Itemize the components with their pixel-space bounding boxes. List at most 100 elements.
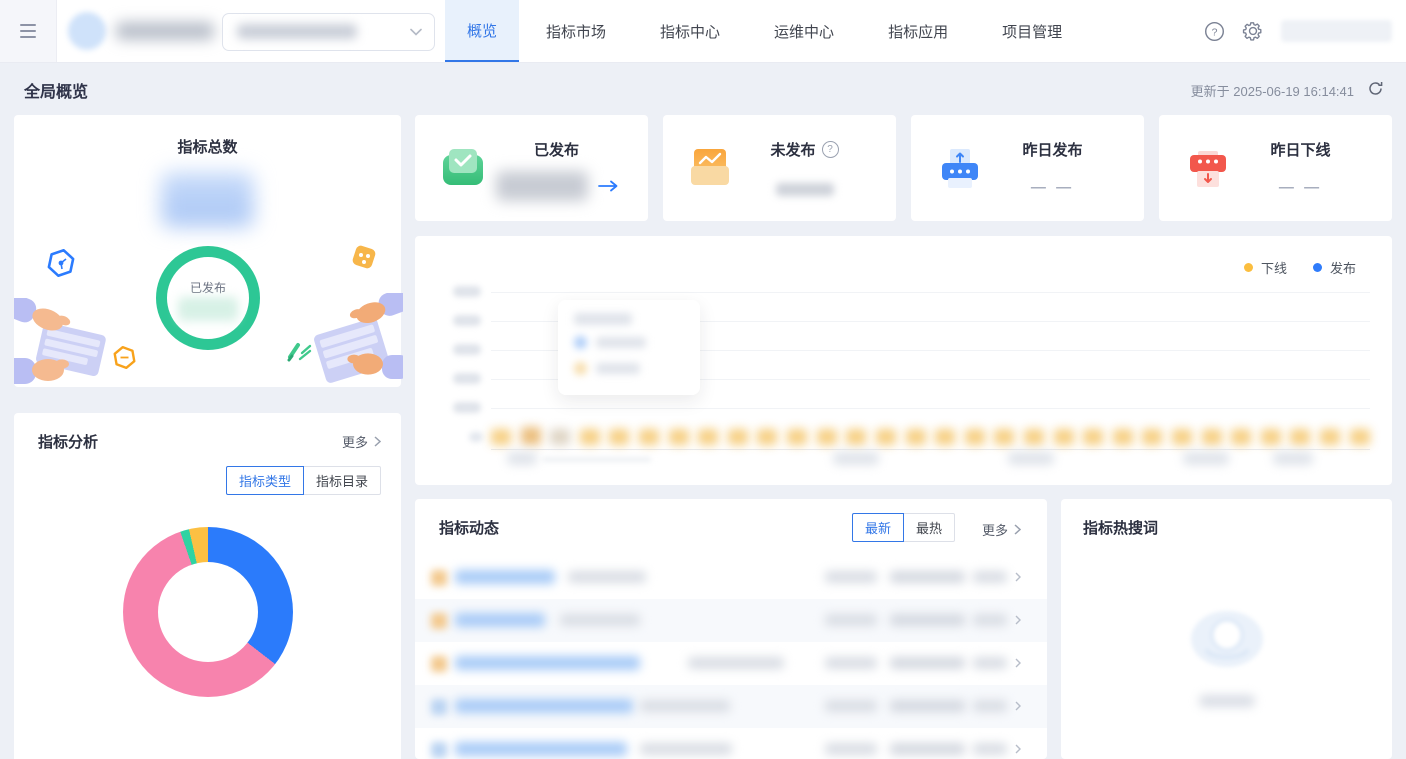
navbar-right: ? [1204, 0, 1392, 62]
stat-empty-value: — — [1030, 179, 1075, 196]
legend-item-published: 发布 [1312, 258, 1356, 277]
stat-value-redacted [775, 183, 834, 196]
filter-latest[interactable]: 最新 [852, 513, 905, 542]
y-tick-redacted [469, 432, 483, 442]
chevron-right-icon [374, 436, 381, 447]
stat-label: 未发布 ? [723, 139, 886, 160]
stat-value: — — [1219, 171, 1382, 196]
metric-analysis-card: 指标分析 更多 指标类型 指标目录 [14, 413, 401, 759]
settings-button[interactable] [1242, 20, 1264, 42]
stat-card-yesterday-offline[interactable]: 昨日下线 — — [1159, 115, 1392, 221]
dynamics-list [415, 556, 1047, 759]
svg-text:?: ? [1212, 26, 1218, 38]
chevron-down-icon [410, 28, 422, 36]
gear-icon [1242, 22, 1262, 41]
logo-mark-redacted [68, 12, 106, 50]
x-tick-redacted [833, 452, 879, 465]
hexagon-chart-icon [47, 248, 75, 278]
last-updated-text: 更新于 2025-06-19 16:14:41 [1190, 84, 1354, 99]
dynamics-row-redacted[interactable] [415, 728, 1047, 759]
x-axis-line [491, 449, 1370, 450]
illustration-hands-keyboard-left [14, 298, 106, 384]
dynamics-more-link[interactable]: 更多 [982, 520, 1021, 539]
y-tick-redacted [453, 402, 481, 413]
stat-card-yesterday-published[interactable]: 昨日发布 — — [911, 115, 1144, 221]
dynamics-row-redacted[interactable] [415, 642, 1047, 685]
x-tick-redacted [1008, 452, 1054, 465]
tab-metric-market[interactable]: 指标市场 [519, 0, 633, 62]
tab-project-mgmt[interactable]: 项目管理 [975, 0, 1089, 62]
stat-card-published[interactable]: 已发布 [415, 115, 648, 221]
y-tick-redacted [453, 286, 481, 297]
legend-label: 发布 [1329, 261, 1356, 276]
empty-state-text-redacted [1199, 695, 1255, 707]
ring-label: 已发布 [189, 281, 226, 295]
tab-metric-type[interactable]: 指标类型 [225, 466, 304, 495]
stat-empty-value: — — [1278, 179, 1323, 196]
stat-card-unpublished[interactable]: 未发布 ? [663, 115, 896, 221]
chevron-right-icon [1015, 572, 1021, 582]
analysis-more-link[interactable]: 更多 [342, 432, 381, 451]
top-navbar: 概览 指标市场 指标中心 运维中心 指标应用 项目管理 ? [0, 0, 1406, 63]
metric-dynamics-card: 指标动态 最新 最热 更多 [415, 499, 1047, 759]
question-circle-icon[interactable]: ? [821, 141, 839, 158]
stat-value [723, 171, 886, 196]
stat-value-redacted [495, 171, 588, 201]
hot-words-title: 指标热搜词 [1083, 520, 1159, 537]
workspace-select[interactable] [222, 13, 435, 51]
ring-value-redacted [178, 297, 238, 321]
hamburger-icon [20, 24, 36, 26]
dynamics-row-redacted[interactable] [415, 556, 1047, 599]
workspace-select-value-redacted [237, 24, 357, 39]
chevron-right-icon [1015, 658, 1021, 668]
stat-label: 昨日发布 [1022, 142, 1083, 159]
x-tick-redacted [1183, 452, 1229, 465]
dynamics-row-redacted[interactable] [415, 685, 1047, 728]
y-tick-redacted [453, 344, 481, 355]
legend-label: 下线 [1260, 261, 1287, 276]
menu-toggle-button[interactable] [0, 0, 57, 62]
chevron-right-icon [1015, 744, 1021, 754]
trend-chart-card: 下线 发布 [415, 236, 1392, 485]
question-circle-icon: ? [1205, 21, 1224, 41]
filter-hottest[interactable]: 最热 [903, 513, 956, 542]
user-account-redacted[interactable] [1281, 20, 1392, 42]
trend-legend: 下线 发布 [1243, 258, 1356, 277]
primary-nav: 概览 指标市场 指标中心 运维中心 指标应用 项目管理 [445, 0, 1089, 62]
tab-overview[interactable]: 概览 [445, 0, 520, 62]
analysis-tab-group: 指标类型 指标目录 [225, 466, 381, 495]
stat-label: 已发布 [533, 142, 579, 159]
metric-total-title: 指标总数 [177, 139, 238, 156]
dynamics-row-redacted[interactable] [415, 599, 1047, 642]
chevron-right-icon [1015, 615, 1021, 625]
dice-icon [352, 245, 376, 269]
stat-value [475, 171, 638, 201]
chevron-right-icon [1014, 524, 1021, 535]
page-header: 全局概览 更新于 2025-06-19 16:14:41 [0, 62, 1406, 113]
illustration-hands-keyboard-right [314, 293, 403, 383]
metric-type-donut-chart [123, 527, 293, 697]
page-title: 全局概览 [24, 84, 89, 101]
tab-metric-center[interactable]: 指标中心 [633, 0, 747, 62]
logo-text-redacted [116, 22, 214, 40]
tab-metric-catalog[interactable]: 指标目录 [302, 466, 381, 495]
y-tick-redacted [453, 315, 481, 326]
tab-ops-center[interactable]: 运维中心 [747, 0, 861, 62]
help-button[interactable]: ? [1204, 21, 1225, 42]
legend-dot-published [1312, 263, 1322, 272]
legend-item-offline: 下线 [1243, 258, 1287, 277]
published-ring-chart: 已发布 [156, 246, 260, 350]
chevron-right-icon [1015, 701, 1021, 711]
dynamics-title: 指标动态 [439, 520, 500, 537]
y-tick-redacted [453, 373, 481, 384]
x-axis-annotation-redacted [543, 458, 651, 461]
dynamics-more-label: 更多 [981, 523, 1008, 538]
x-tick-redacted [507, 452, 537, 465]
tab-metric-apps[interactable]: 指标应用 [861, 0, 975, 62]
arrow-right-icon[interactable] [597, 180, 618, 192]
refresh-icon[interactable] [1367, 80, 1384, 97]
stat-value: — — [971, 171, 1134, 196]
trend-bars-redacted [491, 427, 1370, 445]
analysis-title: 指标分析 [38, 434, 99, 451]
empty-state-icon [1191, 611, 1263, 667]
